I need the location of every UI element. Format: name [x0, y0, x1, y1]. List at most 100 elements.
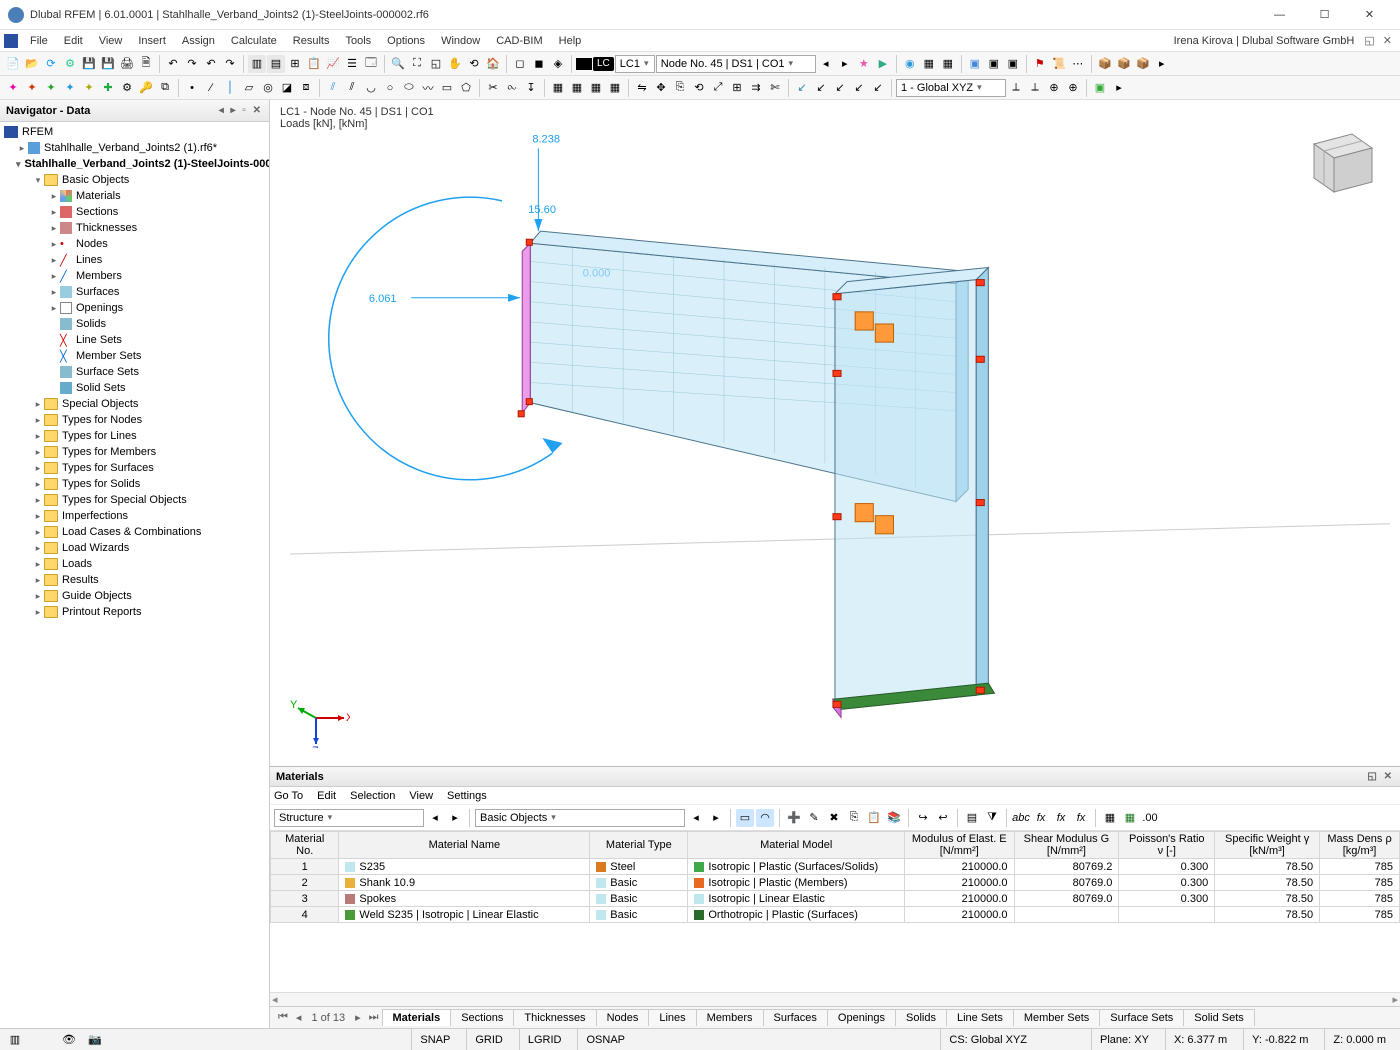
t2-ax2-icon[interactable]: ↙	[812, 79, 830, 97]
calc-icon[interactable]: ▶	[874, 55, 892, 73]
menu-tools[interactable]: Tools	[337, 33, 379, 49]
list-icon[interactable]: ☰	[343, 55, 361, 73]
t2-cs1-icon[interactable]: ⟂	[1007, 79, 1025, 97]
menu-insert[interactable]: Insert	[130, 33, 174, 49]
t2-node-icon[interactable]: •	[183, 79, 201, 97]
tree-nodes[interactable]: ▸•Nodes	[0, 236, 269, 252]
structure-combo[interactable]: Structure	[274, 809, 424, 827]
menu-assign[interactable]: Assign	[174, 33, 223, 49]
mt-fx2-icon[interactable]: fx	[1032, 809, 1050, 827]
panel1-icon[interactable]: ▥	[248, 55, 266, 73]
cube3-icon[interactable]: ▦	[939, 55, 957, 73]
t2-line-icon[interactable]: ∕	[202, 79, 220, 97]
mt-next-icon[interactable]: ▸	[446, 809, 464, 827]
tree-surfacesets[interactable]: Surface Sets	[0, 364, 269, 380]
node-combo[interactable]: Node No. 45 | DS1 | CO1	[656, 55, 816, 73]
t2-overflow-icon[interactable]: ▸	[1110, 79, 1128, 97]
cube1-icon[interactable]: ◉	[901, 55, 919, 73]
mt-add-icon[interactable]: ➕	[785, 809, 803, 827]
menu-help[interactable]: Help	[551, 33, 590, 49]
mt-filter-icon[interactable]: ⧩	[983, 809, 1001, 827]
t2-cs4-icon[interactable]: ⊕	[1064, 79, 1082, 97]
t2-rect-icon[interactable]: ▭	[438, 79, 456, 97]
save-icon[interactable]: 💾	[80, 55, 98, 73]
table-row[interactable]: 2 Shank 10.9 Basic Isotropic | Plastic (…	[271, 875, 1400, 891]
tree-printout[interactable]: ▸Printout Reports	[0, 604, 269, 620]
mt-imp-icon[interactable]: ↩	[934, 809, 952, 827]
t2-filter-icon[interactable]: ⧉	[156, 79, 174, 97]
t2-move-icon[interactable]: ✥	[652, 79, 670, 97]
t2-add-icon[interactable]: ✚	[99, 79, 117, 97]
materials-table[interactable]: Material No. Material Name Material Type…	[270, 831, 1400, 992]
rotate-icon[interactable]: ⟲	[465, 55, 483, 73]
t2-key-icon[interactable]: 🔑	[137, 79, 155, 97]
mt-fx1-icon[interactable]: abc	[1012, 809, 1030, 827]
iso-icon[interactable]: ◈	[549, 55, 567, 73]
col-w[interactable]: Specific Weight γ [kN/m³]	[1215, 832, 1320, 859]
cube2-icon[interactable]: ▦	[920, 55, 938, 73]
t2-trim-icon[interactable]: ✄	[766, 79, 784, 97]
redo2-icon[interactable]: ↷	[221, 55, 239, 73]
tab-members[interactable]: Members	[696, 1009, 764, 1026]
tab-thicknesses[interactable]: Thicknesses	[513, 1009, 596, 1026]
new-icon[interactable]: 📄	[4, 55, 22, 73]
tab-materials[interactable]: Materials	[382, 1009, 452, 1026]
mt-paste-icon[interactable]: 📋	[865, 809, 883, 827]
mt-edit-icon[interactable]: ✎	[805, 809, 823, 827]
mt-prev2-icon[interactable]: ◂	[687, 809, 705, 827]
star-icon[interactable]: ★	[855, 55, 873, 73]
tab-solids[interactable]: Solids	[895, 1009, 947, 1026]
tree-types-members[interactable]: ▸Types for Members	[0, 444, 269, 460]
t2-ax5-icon[interactable]: ↙	[869, 79, 887, 97]
t2-ellipse-icon[interactable]: ⬭	[400, 79, 418, 97]
tree-surfaces[interactable]: ▸Surfaces	[0, 284, 269, 300]
tree-guideobjects[interactable]: ▸Guide Objects	[0, 588, 269, 604]
tree-file-1[interactable]: ▸Stahlhalle_Verband_Joints2 (1).rf6*	[0, 140, 269, 156]
tab-nodes[interactable]: Nodes	[596, 1009, 650, 1026]
open-icon[interactable]: 📂	[23, 55, 41, 73]
next-lc-icon[interactable]: ▸	[836, 55, 854, 73]
tab-surfacesets[interactable]: Surface Sets	[1099, 1009, 1184, 1026]
tree-lines[interactable]: ▸╱Lines	[0, 252, 269, 268]
t2-break-icon[interactable]: ✂	[484, 79, 502, 97]
t2-spline-icon[interactable]: 〰	[419, 79, 437, 97]
tree-membersets[interactable]: ╳Member Sets	[0, 348, 269, 364]
box1-icon[interactable]: 📦	[1096, 55, 1114, 73]
mt-view-icon[interactable]: ▤	[963, 809, 981, 827]
status-grid[interactable]: GRID	[466, 1029, 511, 1050]
save-all-icon[interactable]: 💾	[99, 55, 117, 73]
render3-icon[interactable]: ▣	[1004, 55, 1022, 73]
t2-rotate-icon[interactable]: ⟲	[690, 79, 708, 97]
materials-menu-settings[interactable]: Settings	[447, 790, 487, 802]
t2-array-icon[interactable]: ⊞	[728, 79, 746, 97]
materials-menu-edit[interactable]: Edit	[317, 790, 336, 802]
report-icon[interactable]: 📋	[305, 55, 323, 73]
materials-menu-selection[interactable]: Selection	[350, 790, 395, 802]
t2-member-icon[interactable]: ⎮	[221, 79, 239, 97]
t2-grid1-icon[interactable]: ▦	[549, 79, 567, 97]
mt-fx4-icon[interactable]: fx	[1072, 809, 1090, 827]
mt-xls-icon[interactable]: ▦	[1121, 809, 1139, 827]
undo2-icon[interactable]: ↶	[202, 55, 220, 73]
viewport-3d[interactable]: LC1 - Node No. 45 | DS1 | CO1 Loads [kN]…	[270, 100, 1400, 766]
mt-lib-icon[interactable]: 📚	[885, 809, 903, 827]
t2-star1-icon[interactable]: ✦	[4, 79, 22, 97]
tab-surfaces[interactable]: Surfaces	[763, 1009, 828, 1026]
gear-icon[interactable]: ⚙	[61, 55, 79, 73]
page-last[interactable]: ⏭	[365, 1011, 383, 1024]
tree-special[interactable]: ▸Special Objects	[0, 396, 269, 412]
tree-types-special[interactable]: ▸Types for Special Objects	[0, 492, 269, 508]
mt-exp-icon[interactable]: ↪	[914, 809, 932, 827]
menu-view[interactable]: View	[91, 33, 131, 49]
t2-grid2-icon[interactable]: ▦	[568, 79, 586, 97]
mdi-restore-icon[interactable]: ◱	[1360, 34, 1378, 47]
t2-vis-icon[interactable]: ▣	[1091, 79, 1109, 97]
navigator-tree[interactable]: RFEM ▸Stahlhalle_Verband_Joints2 (1).rf6…	[0, 122, 269, 1028]
prev-lc-icon[interactable]: ◂	[817, 55, 835, 73]
t2-open-icon[interactable]: ◎	[259, 79, 277, 97]
zoom-fit-icon[interactable]: ⛶	[408, 55, 426, 73]
tree-loads[interactable]: ▸Loads	[0, 556, 269, 572]
t2-cfg-icon[interactable]: ⚙	[118, 79, 136, 97]
t2-cs3-icon[interactable]: ⊕	[1045, 79, 1063, 97]
t2-ax1-icon[interactable]: ↙	[793, 79, 811, 97]
